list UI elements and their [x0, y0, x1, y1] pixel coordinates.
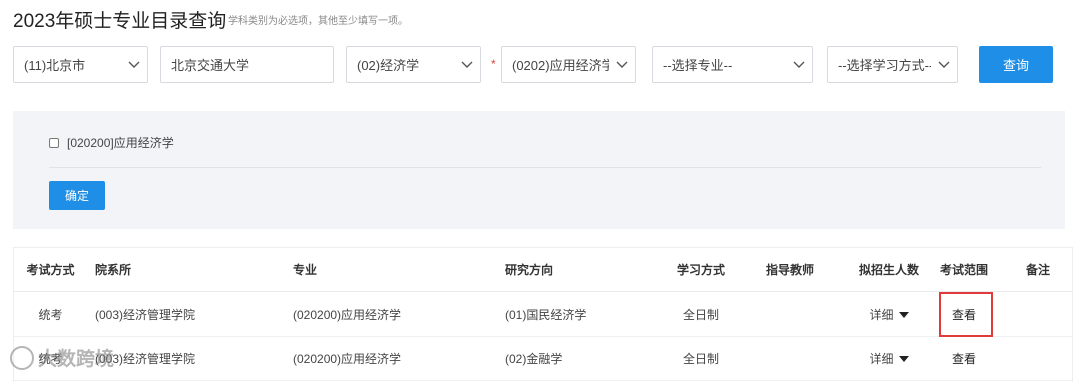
- chevron-down-icon: [121, 47, 147, 82]
- discipline-panel: [020200]应用经济学 确定: [13, 111, 1065, 229]
- chevron-down-icon: [609, 47, 635, 82]
- cell-research-direction: (02)金融学: [505, 352, 563, 366]
- header-study-mode: 学习方式: [676, 263, 725, 277]
- view-scope-link[interactable]: 查看: [952, 350, 976, 367]
- cell-department: (003)经济管理学院: [95, 352, 196, 366]
- cell-notes: [1013, 337, 1063, 380]
- school-input[interactable]: 北京交通大学: [160, 46, 334, 83]
- cell-study-mode: 全日制: [682, 308, 719, 322]
- caret-down-icon: [898, 311, 909, 318]
- discipline-checkbox-label: [020200]应用经济学: [67, 136, 174, 150]
- cell-department: (003)经济管理学院: [95, 308, 196, 322]
- detail-label: 详细: [869, 352, 894, 366]
- watermark-text: 大数跨境: [38, 349, 115, 370]
- major-select-value: --选择专业--: [663, 58, 733, 73]
- results-table: 考试方式 院系所 专业 研究方向 学习方式 指导教师 拟招生人数 考试范围 备注…: [13, 247, 1073, 382]
- header-exam-scope: 考试范围: [939, 263, 988, 277]
- cell-exam-mode: 统考: [38, 308, 63, 322]
- cell-research-direction: (01)国民经济学: [505, 308, 587, 322]
- cell-tutor: [758, 337, 822, 380]
- confirm-button[interactable]: 确定: [49, 181, 105, 210]
- discipline-checkbox-row[interactable]: [020200]应用经济学: [49, 134, 174, 151]
- cell-study-mode: 全日制: [682, 352, 719, 366]
- watermark: 大数跨境: [10, 344, 114, 371]
- province-select-value: (11)北京市: [24, 58, 86, 73]
- cell-planned-enrollment[interactable]: 详细: [849, 293, 929, 336]
- category-select-value: (02)经济学: [357, 58, 420, 73]
- discipline-select[interactable]: (0202)应用经济学: [501, 46, 636, 83]
- category-select[interactable]: (02)经济学: [346, 46, 481, 83]
- cell-notes: [1013, 293, 1063, 336]
- cell-tutor: [758, 293, 822, 336]
- study-mode-select-value: --选择学习方式--: [838, 58, 931, 73]
- caret-down-icon: [898, 355, 909, 362]
- watermark-logo-icon: [10, 345, 34, 370]
- detail-label: 详细: [869, 308, 894, 322]
- page-hint: 学科类别为必选项，其他至少填写一项。: [228, 16, 408, 27]
- chevron-down-icon: [931, 47, 957, 82]
- chevron-down-icon: [786, 47, 812, 82]
- discipline-select-value: (0202)应用经济学: [512, 58, 609, 73]
- table-header: 考试方式 院系所 专业 研究方向 学习方式 指导教师 拟招生人数 考试范围 备注: [14, 248, 1072, 292]
- province-select[interactable]: (11)北京市: [13, 46, 148, 83]
- highlight-box: [939, 292, 993, 337]
- discipline-checkbox[interactable]: [49, 137, 59, 148]
- school-input-value: 北京交通大学: [171, 58, 250, 73]
- detail-dropdown[interactable]: 详细: [869, 306, 909, 323]
- header-tutor: 指导教师: [765, 263, 814, 277]
- detail-dropdown[interactable]: 详细: [869, 350, 909, 367]
- header-notes: 备注: [1025, 263, 1050, 277]
- header-exam-mode: 考试方式: [26, 263, 75, 277]
- chevron-down-icon: [454, 47, 480, 82]
- cell-exam-scope[interactable]: 查看: [933, 337, 995, 380]
- header-planned-enrollment: 拟招生人数: [858, 263, 919, 277]
- cell-major: (020200)应用经济学: [293, 308, 402, 322]
- query-button[interactable]: 查询: [979, 46, 1053, 83]
- panel-divider: [49, 167, 1041, 168]
- required-mark: *: [491, 57, 496, 71]
- table-row: 统考 (003)经济管理学院 (020200)应用经济学 (01)国民经济学 全…: [14, 293, 1072, 337]
- table-row: 统考 (003)经济管理学院 (020200)应用经济学 (02)金融学 全日制…: [14, 337, 1072, 381]
- header-major: 专业: [293, 263, 318, 277]
- header-research-direction: 研究方向: [505, 263, 554, 277]
- major-select[interactable]: --选择专业--: [652, 46, 813, 83]
- header-department: 院系所: [95, 263, 132, 277]
- cell-planned-enrollment[interactable]: 详细: [849, 337, 929, 380]
- page-title: 2023年硕士专业目录查询: [13, 11, 227, 32]
- study-mode-select[interactable]: --选择学习方式--: [827, 46, 958, 83]
- cell-major: (020200)应用经济学: [293, 352, 402, 366]
